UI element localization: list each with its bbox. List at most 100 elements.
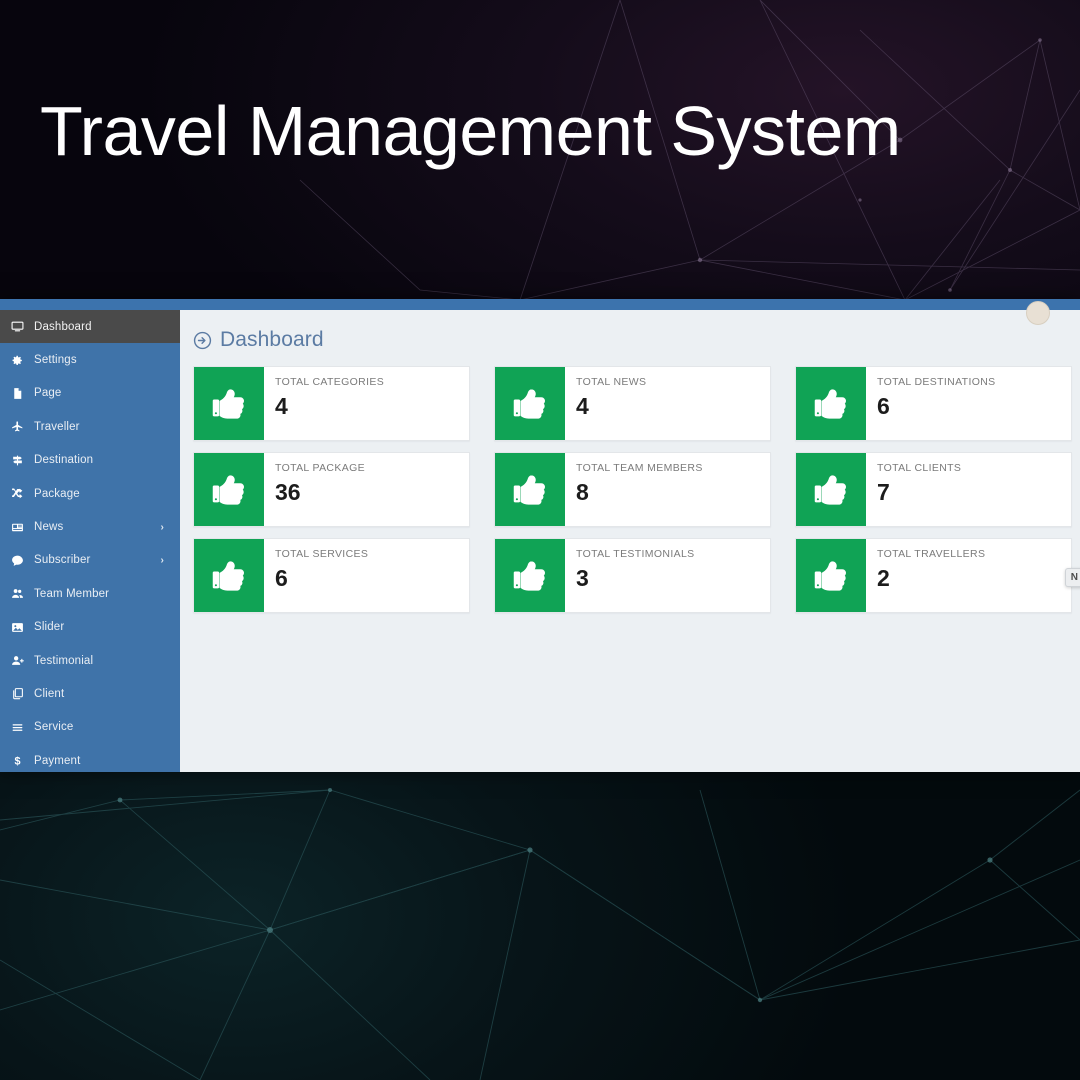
stat-card[interactable]: TOTAL SERVICES 6 xyxy=(193,538,470,613)
sidebar-item-page[interactable]: Page xyxy=(0,377,180,410)
sidebar-item-label: Dashboard xyxy=(34,321,92,333)
stat-card-label: TOTAL CLIENTS xyxy=(877,463,1071,475)
shuffle-icon xyxy=(7,487,27,500)
app-topbar xyxy=(0,299,1080,310)
sidebar-item-label: Settings xyxy=(34,354,77,366)
content-heading-label: Dashboard xyxy=(220,328,324,352)
sidebar-item-settings[interactable]: Settings xyxy=(0,343,180,376)
users-icon xyxy=(7,587,27,600)
thumbs-up-icon xyxy=(796,453,866,526)
sidebar-item-slider[interactable]: Slider xyxy=(0,611,180,644)
stat-card-label: TOTAL TESTIMONIALS xyxy=(576,549,770,561)
chevron-right-icon: › xyxy=(161,555,164,566)
stat-card-body: TOTAL SERVICES 6 xyxy=(264,539,469,612)
list-icon xyxy=(7,721,27,734)
stat-card[interactable]: TOTAL DESTINATIONS 6 xyxy=(795,366,1072,441)
stat-card-body: TOTAL TEAM MEMBERS 8 xyxy=(565,453,770,526)
user-avatar-icon[interactable] xyxy=(1026,301,1050,325)
sidebar-item-traveller[interactable]: Traveller xyxy=(0,410,180,443)
stat-card-body: TOTAL NEWS 4 xyxy=(565,367,770,440)
sidebar-item-label: Destination xyxy=(34,454,93,466)
signpost-icon xyxy=(7,454,27,467)
copy-icon xyxy=(7,687,27,700)
stat-card-body: TOTAL TRAVELLERS 2 xyxy=(866,539,1071,612)
stat-card[interactable]: TOTAL TRAVELLERS 2 xyxy=(795,538,1072,613)
sidebar-item-label: Traveller xyxy=(34,421,80,433)
sidebar-item-testimonial[interactable]: Testimonial xyxy=(0,644,180,677)
stat-card-value: 6 xyxy=(275,564,469,593)
sidebar-item-package[interactable]: Package xyxy=(0,477,180,510)
stat-card-value: 4 xyxy=(576,392,770,421)
image-icon xyxy=(7,621,27,634)
sidebar-item-label: Payment xyxy=(34,755,80,767)
sidebar-item-destination[interactable]: Destination xyxy=(0,444,180,477)
stat-card-value: 3 xyxy=(576,564,770,593)
stat-card-label: TOTAL CATEGORIES xyxy=(275,377,469,389)
sidebar-item-label: Client xyxy=(34,688,64,700)
stat-card-body: TOTAL CATEGORIES 4 xyxy=(264,367,469,440)
slide-canvas: Travel Management System Dashboard Settin… xyxy=(0,0,1080,1080)
edge-tooltip: N xyxy=(1065,568,1080,587)
stat-card-body: TOTAL DESTINATIONS 6 xyxy=(866,367,1071,440)
stat-card[interactable]: TOTAL TEAM MEMBERS 8 xyxy=(494,452,771,527)
stat-card-value: 8 xyxy=(576,478,770,507)
sidebar-item-label: Subscriber xyxy=(34,554,90,566)
main-content: Dashboard TOTAL CATEGORIES4TOTAL NEWS4TO… xyxy=(180,310,1080,772)
stat-card-label: TOTAL DESTINATIONS xyxy=(877,377,1071,389)
stat-card-label: TOTAL NEWS xyxy=(576,377,770,389)
thumbs-up-icon xyxy=(194,539,264,612)
thumbs-up-icon xyxy=(495,453,565,526)
stat-card-body: TOTAL TESTIMONIALS 3 xyxy=(565,539,770,612)
sidebar-item-client[interactable]: Client xyxy=(0,677,180,710)
arrow-circle-right-icon xyxy=(193,331,212,350)
plane-icon xyxy=(7,420,27,433)
stat-card-body: TOTAL PACKAGE 36 xyxy=(264,453,469,526)
dollar-icon: $ xyxy=(7,754,27,767)
page-title: Travel Management System xyxy=(40,96,1060,166)
thumbs-up-icon xyxy=(495,539,565,612)
newspaper-icon xyxy=(7,521,27,534)
stat-card[interactable]: TOTAL NEWS 4 xyxy=(494,366,771,441)
stat-card[interactable]: TOTAL CLIENTS 7 xyxy=(795,452,1072,527)
dashboard-screenshot: Dashboard Settings Page Traveller Destinatio… xyxy=(0,299,1080,772)
stat-card-label: TOTAL TRAVELLERS xyxy=(877,549,1071,561)
comment-icon xyxy=(7,554,27,567)
sidebar-item-service[interactable]: Service xyxy=(0,711,180,744)
stat-card[interactable]: TOTAL PACKAGE 36 xyxy=(193,452,470,527)
sidebar-item-label: Testimonial xyxy=(34,655,93,667)
stat-card-value: 4 xyxy=(275,392,469,421)
stat-card-value: 6 xyxy=(877,392,1071,421)
desktop-icon xyxy=(7,320,27,333)
stat-card-value: 7 xyxy=(877,478,1071,507)
sidebar-nav: Dashboard Settings Page Traveller Destinatio… xyxy=(0,310,180,772)
stat-card-label: TOTAL SERVICES xyxy=(275,549,469,561)
sidebar-item-news[interactable]: News › xyxy=(0,510,180,543)
stat-card-value: 2 xyxy=(877,564,1071,593)
sidebar-item-label: News xyxy=(34,521,63,533)
sidebar-item-team-member[interactable]: Team Member xyxy=(0,577,180,610)
stat-card-label: TOTAL TEAM MEMBERS xyxy=(576,463,770,475)
sidebar-item-label: Package xyxy=(34,488,80,500)
user-plus-icon xyxy=(7,654,27,667)
chevron-right-icon: › xyxy=(161,522,164,533)
thumbs-up-icon xyxy=(796,539,866,612)
stat-card-label: TOTAL PACKAGE xyxy=(275,463,469,475)
thumbs-up-icon xyxy=(796,367,866,440)
sidebar-item-label: Page xyxy=(34,387,61,399)
thumbs-up-icon xyxy=(194,367,264,440)
thumbs-up-icon xyxy=(194,453,264,526)
sidebar-item-dashboard[interactable]: Dashboard xyxy=(0,310,180,343)
stat-card-value: 36 xyxy=(275,478,469,507)
sidebar-item-payment[interactable]: $ Payment xyxy=(0,744,180,772)
file-icon xyxy=(7,387,27,400)
sidebar-item-label: Service xyxy=(34,721,73,733)
content-heading: Dashboard xyxy=(193,328,1067,352)
gear-icon xyxy=(7,354,27,367)
stat-card[interactable]: TOTAL CATEGORIES 4 xyxy=(193,366,470,441)
stat-card-body: TOTAL CLIENTS 7 xyxy=(866,453,1071,526)
sidebar-item-label: Team Member xyxy=(34,588,109,600)
sidebar-item-subscriber[interactable]: Subscriber › xyxy=(0,544,180,577)
sidebar-item-label: Slider xyxy=(34,621,64,633)
stat-card[interactable]: TOTAL TESTIMONIALS 3 xyxy=(494,538,771,613)
thumbs-up-icon xyxy=(495,367,565,440)
